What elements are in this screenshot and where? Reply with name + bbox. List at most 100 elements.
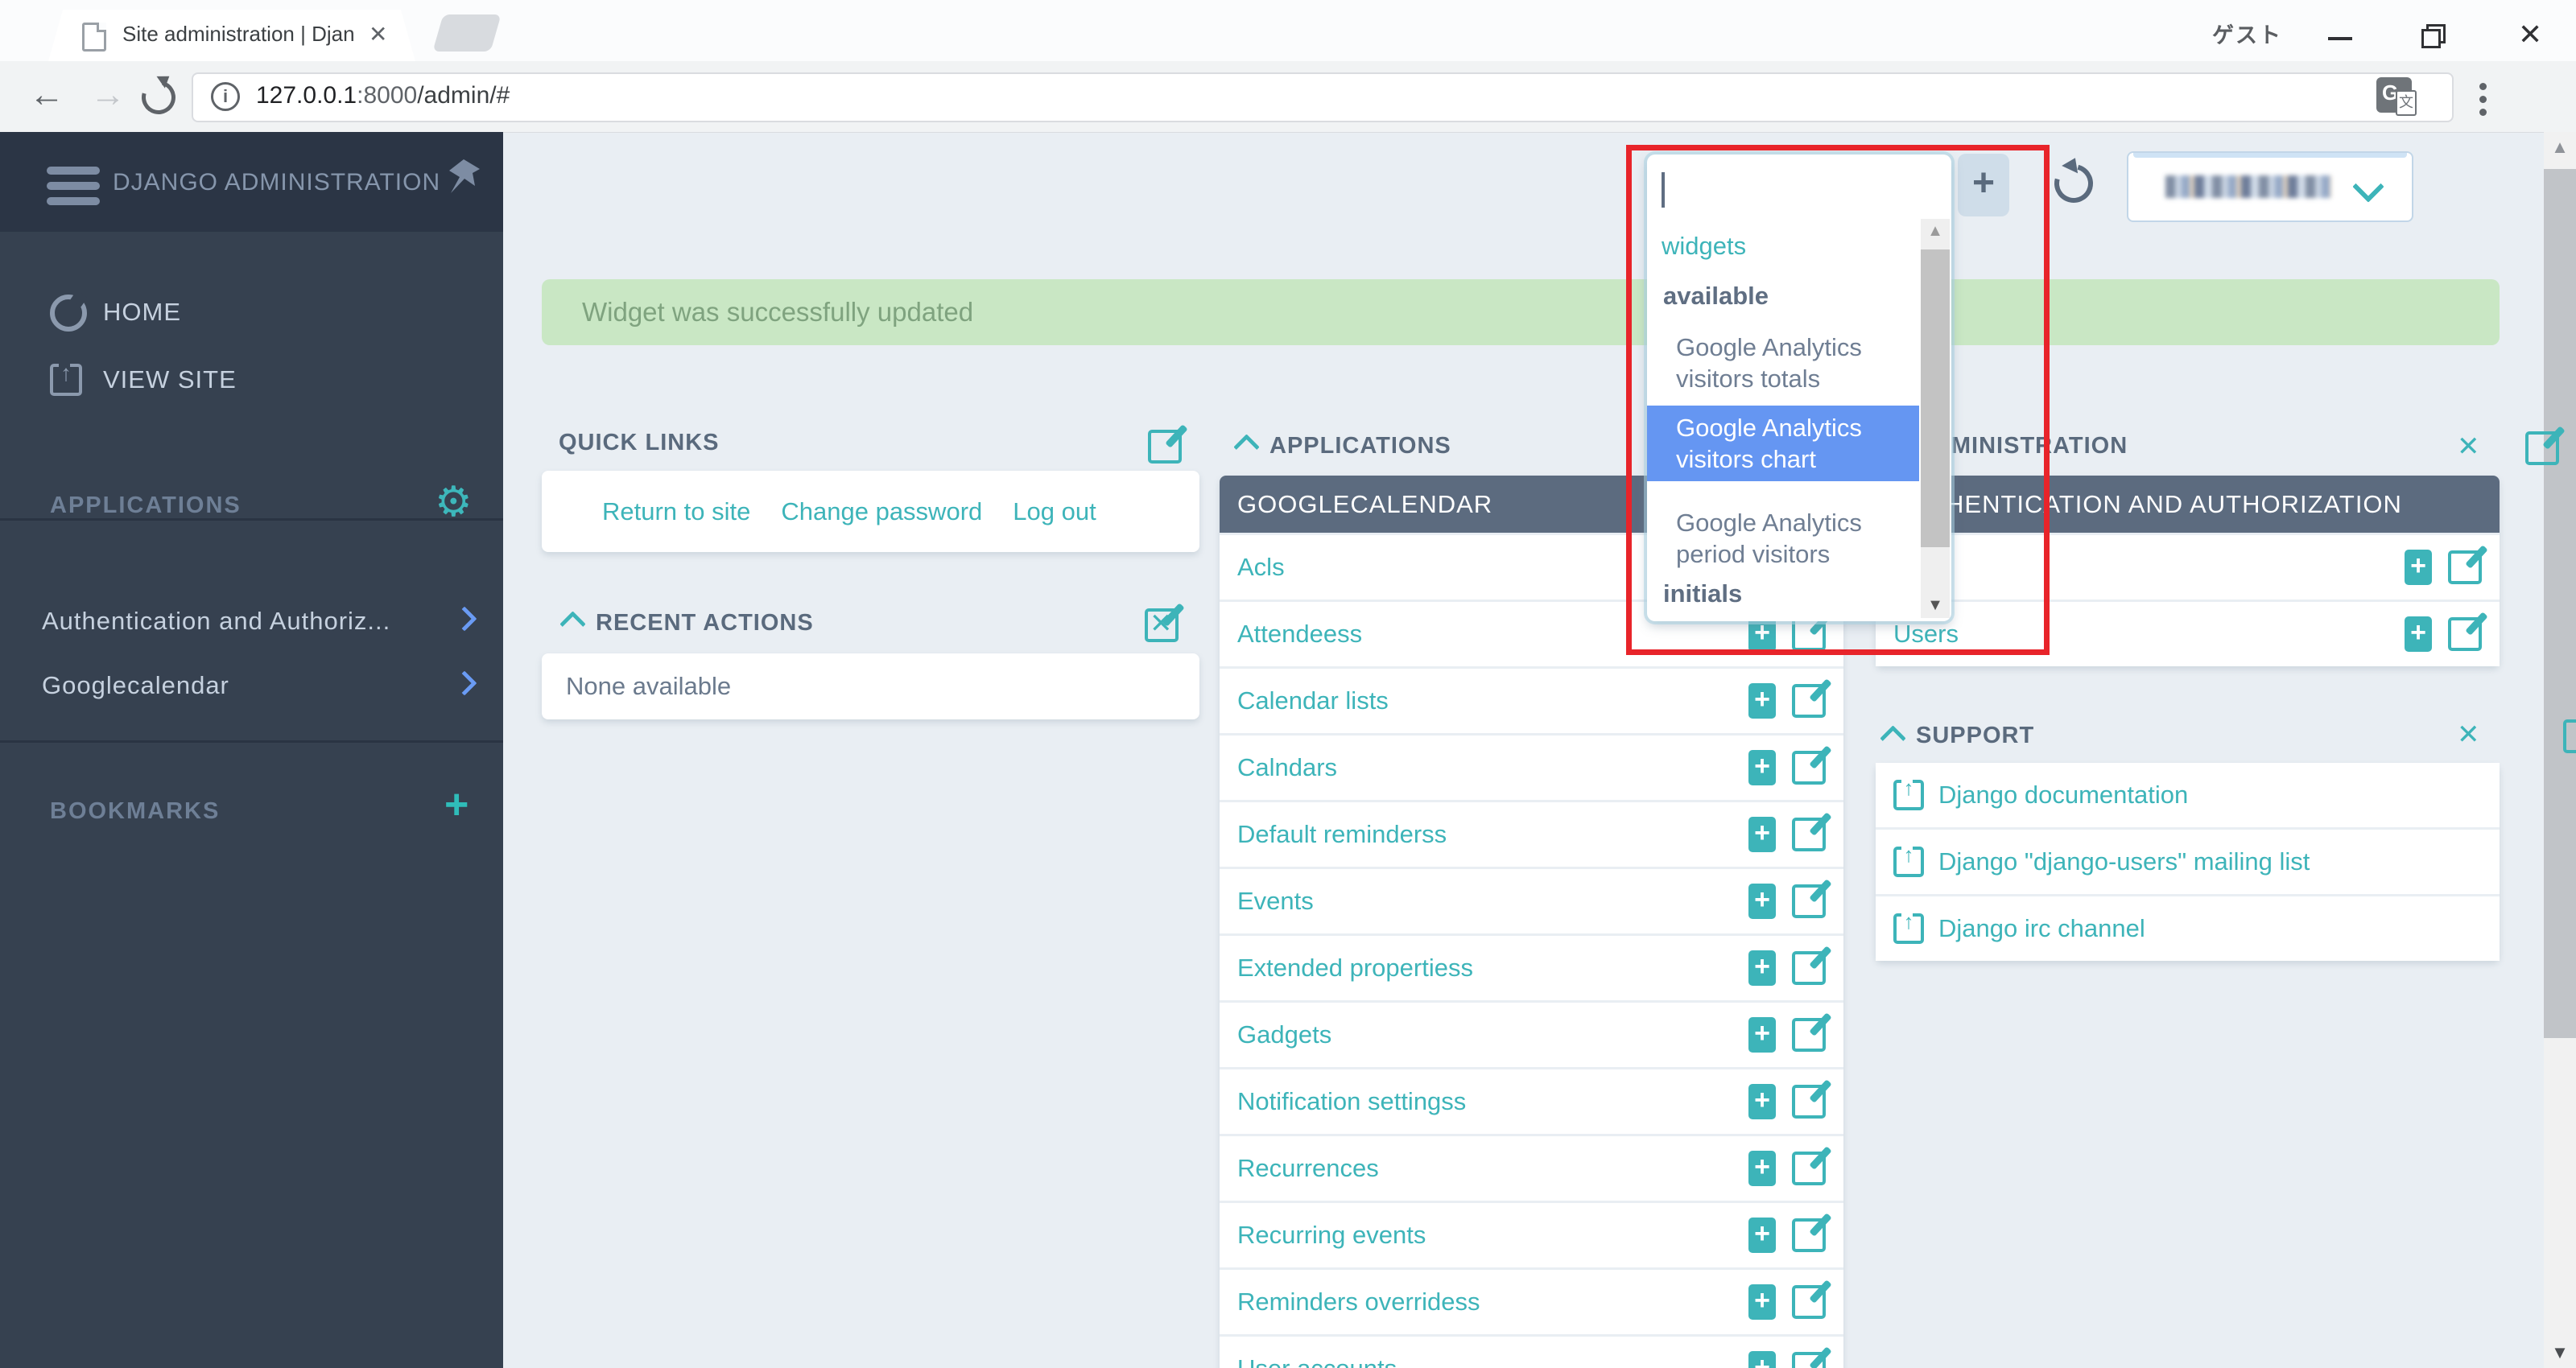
add-model-icon[interactable] <box>2405 550 2432 585</box>
model-row <box>1876 533 2500 600</box>
edit-model-icon[interactable] <box>1792 818 1826 851</box>
browser-menu-icon[interactable] <box>2479 77 2487 122</box>
dropdown-scroll-up-icon[interactable]: ▲ <box>1921 222 1950 241</box>
hamburger-menu-icon[interactable] <box>47 159 100 212</box>
recent-actions-card: None available <box>542 653 1199 719</box>
url-bar[interactable] <box>192 72 2454 122</box>
edit-widget-icon[interactable] <box>2525 431 2560 465</box>
edit-widget-icon[interactable] <box>1148 430 1182 464</box>
dropdown-scrollbar-thumb[interactable] <box>1921 249 1950 547</box>
sidebar-item-view-site[interactable]: VIEW SITE <box>103 365 237 394</box>
add-model-icon[interactable] <box>1748 1351 1776 1368</box>
edit-model-icon[interactable] <box>1792 1352 1826 1368</box>
picker-option-selected[interactable]: Google Analytics visitors chart <box>1647 406 1919 481</box>
picker-option-widgets[interactable]: widgets <box>1662 232 1746 261</box>
remove-widget-icon[interactable]: ✕ <box>1150 610 1173 637</box>
model-link[interactable]: Calndars <box>1237 753 1337 782</box>
add-model-icon[interactable] <box>1748 1284 1776 1320</box>
quick-links-heading: QUICK LINKS <box>559 430 720 455</box>
edit-model-icon[interactable] <box>1792 751 1826 785</box>
model-link[interactable]: Reminders overridess <box>1237 1288 1480 1316</box>
refresh-dashboard-icon[interactable] <box>2047 157 2100 210</box>
add-model-icon[interactable] <box>1748 950 1776 986</box>
sidebar-item-googlecalendar-app[interactable]: Googlecalendar <box>42 671 229 700</box>
gear-icon[interactable]: ⚙ <box>435 481 473 523</box>
add-model-icon[interactable] <box>1748 1151 1776 1186</box>
change-password-link[interactable]: Change password <box>781 497 982 526</box>
scroll-up-icon[interactable]: ▲ <box>2544 137 2576 158</box>
window-minimize-button[interactable] <box>2328 37 2352 40</box>
window-restore-button[interactable] <box>2421 24 2446 48</box>
support-link[interactable]: Django documentation <box>1938 781 2188 810</box>
url-text[interactable]: 127.0.0.1:8000/admin/# <box>256 82 510 109</box>
url-path: /admin/# <box>417 82 510 109</box>
edit-model-icon[interactable] <box>1792 951 1826 985</box>
model-link[interactable]: Extended propertiess <box>1237 954 1473 983</box>
edit-model-icon[interactable] <box>1792 884 1826 918</box>
user-menu-button[interactable] <box>2127 151 2413 222</box>
collapse-icon[interactable] <box>1880 725 1906 752</box>
add-model-icon[interactable] <box>1748 1084 1776 1119</box>
model-link[interactable]: Gadgets <box>1237 1020 1331 1049</box>
forward-button[interactable]: → <box>90 77 126 113</box>
model-link[interactable]: User accounts <box>1237 1354 1397 1368</box>
edit-model-icon[interactable] <box>1792 1085 1826 1119</box>
collapse-icon[interactable] <box>1233 434 1260 460</box>
model-link[interactable]: Default reminderss <box>1237 820 1447 849</box>
edit-model-icon[interactable] <box>1792 684 1826 718</box>
auth-group-header: AUTHENTICATION AND AUTHORIZATION <box>1876 476 2500 533</box>
model-link[interactable]: Events <box>1237 887 1314 916</box>
scrollbar-thumb[interactable] <box>2544 169 2576 1038</box>
site-info-icon[interactable]: i <box>211 82 240 111</box>
edit-model-icon[interactable] <box>2448 550 2482 584</box>
window-close-button[interactable]: ✕ <box>2518 18 2542 52</box>
dropdown-scrollbar[interactable]: ▲ ▼ <box>1921 219 1950 618</box>
model-link[interactable]: Notification settingss <box>1237 1087 1466 1116</box>
edit-model-icon[interactable] <box>1792 1218 1826 1252</box>
model-link[interactable]: Recurrences <box>1237 1154 1379 1183</box>
add-bookmark-icon[interactable]: + <box>444 784 469 826</box>
pin-sidebar-icon[interactable] <box>441 158 483 196</box>
tab-close-icon[interactable]: ✕ <box>369 21 387 47</box>
support-link[interactable]: Django "django-users" mailing list <box>1938 847 2310 876</box>
model-link[interactable]: Users <box>1893 620 1959 649</box>
add-model-icon[interactable] <box>1748 750 1776 785</box>
edit-model-icon[interactable] <box>1792 617 1826 651</box>
tab-stub[interactable] <box>432 14 502 52</box>
add-model-icon[interactable] <box>1748 817 1776 852</box>
sidebar-applications-heading: APPLICATIONS <box>50 492 242 518</box>
picker-option[interactable]: Google Analytics visitors totals <box>1647 325 1919 401</box>
log-out-link[interactable]: Log out <box>1013 497 1096 526</box>
back-button[interactable]: ← <box>29 77 64 113</box>
model-link[interactable]: Attendeess <box>1237 620 1362 649</box>
edit-widget-icon[interactable] <box>2562 719 2576 753</box>
sidebar-item-home[interactable]: HOME <box>103 298 181 327</box>
page-favicon-icon <box>82 23 106 52</box>
sidebar-item-auth-app[interactable]: Authentication and Authoriz... <box>42 607 390 636</box>
model-link[interactable]: Recurring events <box>1237 1221 1426 1250</box>
remove-widget-icon[interactable]: ✕ <box>2457 721 2480 748</box>
user-menu-highlight <box>2133 153 2407 158</box>
picker-option[interactable]: Google Analytics period visitors <box>1647 501 1919 576</box>
widget-search-input[interactable] <box>1655 161 1916 216</box>
remove-widget-icon[interactable]: ✕ <box>2457 433 2480 460</box>
edit-model-icon[interactable] <box>2448 617 2482 651</box>
add-model-icon[interactable] <box>1748 1017 1776 1053</box>
dropdown-scroll-down-icon[interactable]: ▼ <box>1921 596 1950 615</box>
return-to-site-link[interactable]: Return to site <box>602 497 750 526</box>
scroll-down-icon[interactable]: ▼ <box>2544 1342 2576 1363</box>
add-model-icon[interactable] <box>2405 616 2432 652</box>
add-model-icon[interactable] <box>1748 683 1776 719</box>
edit-model-icon[interactable] <box>1792 1152 1826 1185</box>
edit-model-icon[interactable] <box>1792 1285 1826 1319</box>
add-model-icon[interactable] <box>1748 616 1776 652</box>
add-model-icon[interactable] <box>1748 884 1776 919</box>
edit-model-icon[interactable] <box>1792 1018 1826 1052</box>
model-link[interactable]: Calendar lists <box>1237 686 1389 715</box>
add-model-icon[interactable] <box>1748 1218 1776 1253</box>
add-widget-button[interactable]: + <box>1958 154 2009 216</box>
support-link[interactable]: Django irc channel <box>1938 914 2145 943</box>
model-link[interactable]: Acls <box>1237 553 1285 582</box>
translate-icon[interactable]: G 文 <box>2376 77 2417 116</box>
collapse-icon[interactable] <box>559 611 586 637</box>
